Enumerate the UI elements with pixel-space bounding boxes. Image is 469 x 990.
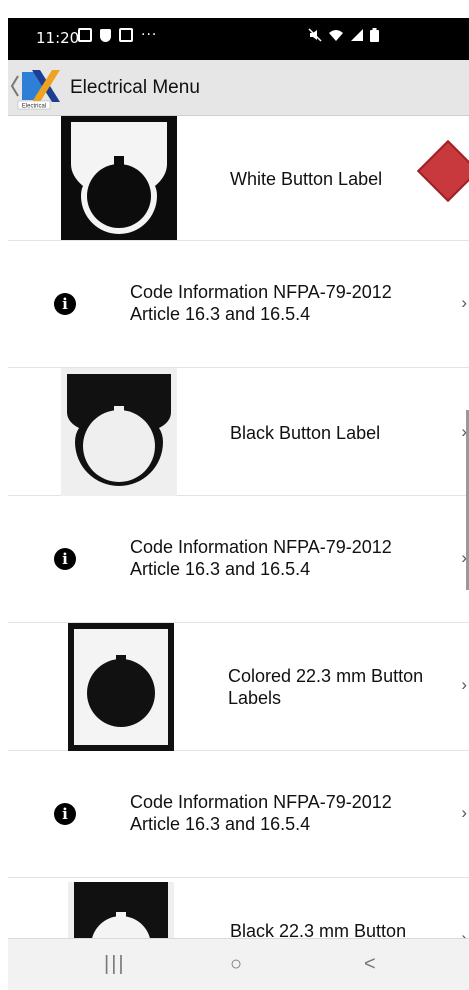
gallery-icon: [78, 28, 92, 42]
recents-button[interactable]: |||: [104, 953, 126, 976]
wifi-icon: [329, 30, 343, 41]
list-item-code-info[interactable]: i Code Information NFPA-79-2012 Article …: [8, 241, 469, 368]
list-item-line1: Colored 22.3 mm Button: [228, 666, 424, 686]
chevron-right-icon: ›: [461, 803, 467, 822]
more-notifications-icon: ···: [141, 27, 158, 43]
status-right-icons: [308, 28, 379, 42]
colored-button-label-image: [68, 623, 174, 751]
menu-list: White Button Label i Code Information NF…: [8, 116, 469, 938]
battery-icon: [370, 28, 379, 42]
system-nav-bar: ||| ○ <: [8, 938, 469, 990]
chevron-right-icon: ›: [461, 928, 467, 938]
chevron-right-icon: ›: [461, 293, 467, 312]
list-item-black-button-label[interactable]: Black Button Label ›: [8, 368, 469, 496]
app-logo-icon[interactable]: Electrical: [10, 66, 62, 110]
white-button-label-image: [61, 116, 177, 240]
chevron-right-icon: ›: [461, 675, 467, 694]
home-button[interactable]: ○: [230, 953, 242, 976]
app-bar: Electrical Electrical Menu: [8, 60, 469, 116]
list-item-label: Black 22.3 mm Button: [230, 921, 407, 938]
list-item-label: White Button Label: [230, 169, 383, 189]
status-left-icons: ···: [78, 28, 157, 42]
status-bar: 11:20 ···: [8, 18, 469, 60]
list-item-colored-button-labels[interactable]: Colored 22.3 mm Button Labels ›: [8, 623, 469, 751]
list-item-line2: Article 16.3 and 16.5.4: [130, 559, 311, 579]
red-diamond-marker: [416, 139, 469, 203]
list-item-line2: Labels: [228, 688, 282, 708]
list-item-line2: Article 16.3 and 16.5.4: [130, 304, 311, 324]
mute-icon: [308, 28, 322, 42]
info-icon: i: [54, 803, 76, 825]
list-item-line2: Article 16.3 and 16.5.4: [130, 814, 311, 834]
status-time: 11:20: [36, 29, 80, 47]
list-item-line1: Code Information NFPA-79-2012: [130, 537, 392, 557]
info-icon: i: [54, 293, 76, 315]
list-item-code-info[interactable]: i Code Information NFPA-79-2012 Article …: [8, 751, 469, 878]
shield-icon: [100, 28, 111, 42]
back-button[interactable]: <: [364, 953, 376, 976]
list-item-black-22mm-button[interactable]: Black 22.3 mm Button ›: [8, 878, 469, 938]
page-title: Electrical Menu: [70, 77, 200, 98]
list-item-label: Black Button Label: [230, 423, 381, 443]
info-icon: i: [54, 548, 76, 570]
list-item-code-info[interactable]: i Code Information NFPA-79-2012 Article …: [8, 496, 469, 623]
black-22mm-button-image: [68, 882, 174, 938]
list-item-line1: Code Information NFPA-79-2012: [130, 282, 392, 302]
black-button-label-image: [61, 368, 177, 496]
screenshot-icon: [119, 28, 133, 42]
logo-text: Electrical: [22, 104, 46, 110]
list-item-line1: Code Information NFPA-79-2012: [130, 792, 392, 812]
signal-icon: [351, 29, 363, 41]
list-item-white-button-label[interactable]: White Button Label: [8, 116, 469, 241]
